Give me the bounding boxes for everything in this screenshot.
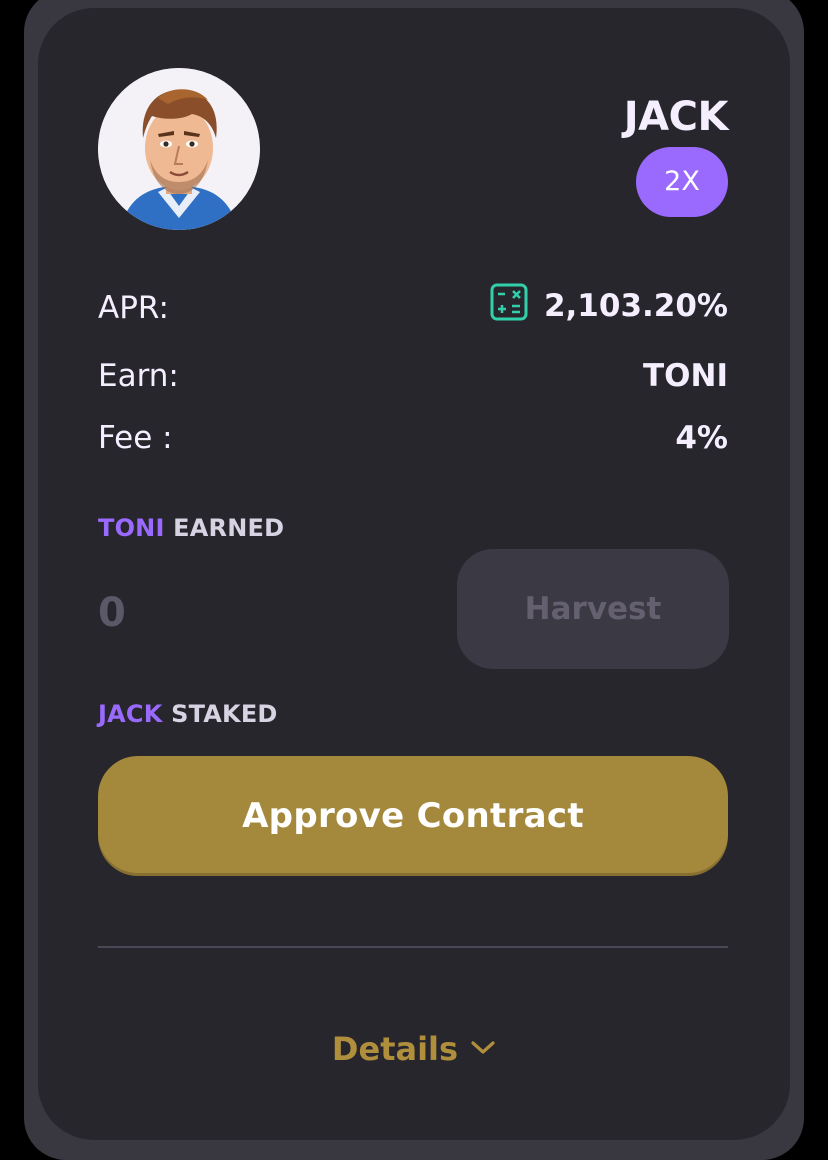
approve-contract-button[interactable]: Approve Contract xyxy=(98,756,728,876)
details-toggle[interactable]: Details xyxy=(38,1030,790,1068)
avatar-icon xyxy=(98,68,260,230)
fee-label: Fee : xyxy=(98,420,173,456)
earned-section-title: TONI EARNED xyxy=(98,514,284,542)
divider xyxy=(98,946,728,948)
earned-token: TONI xyxy=(98,514,165,542)
multiplier-badge: 2X xyxy=(636,147,728,217)
earn-label: Earn: xyxy=(98,358,179,394)
staked-token: JACK xyxy=(98,700,163,728)
earned-label: EARNED xyxy=(173,514,285,542)
harvest-button[interactable]: Harvest xyxy=(457,549,729,669)
earn-value: TONI xyxy=(643,358,728,394)
earned-amount: 0 xyxy=(98,590,126,636)
staked-section-title: JACK STAKED xyxy=(98,700,278,728)
staked-label: STAKED xyxy=(171,700,278,728)
apr-value: 2,103.20% xyxy=(543,288,728,324)
details-label: Details xyxy=(331,1030,459,1068)
calculator-icon[interactable] xyxy=(490,283,528,321)
apr-label: APR: xyxy=(98,290,169,326)
fee-value: 4% xyxy=(675,420,728,456)
chevron-down-icon xyxy=(471,1041,495,1054)
farm-card: JACK 2X APR: 2,103.20% Earn: TONI Fee : … xyxy=(38,8,790,1140)
farm-name: JACK xyxy=(623,94,729,140)
